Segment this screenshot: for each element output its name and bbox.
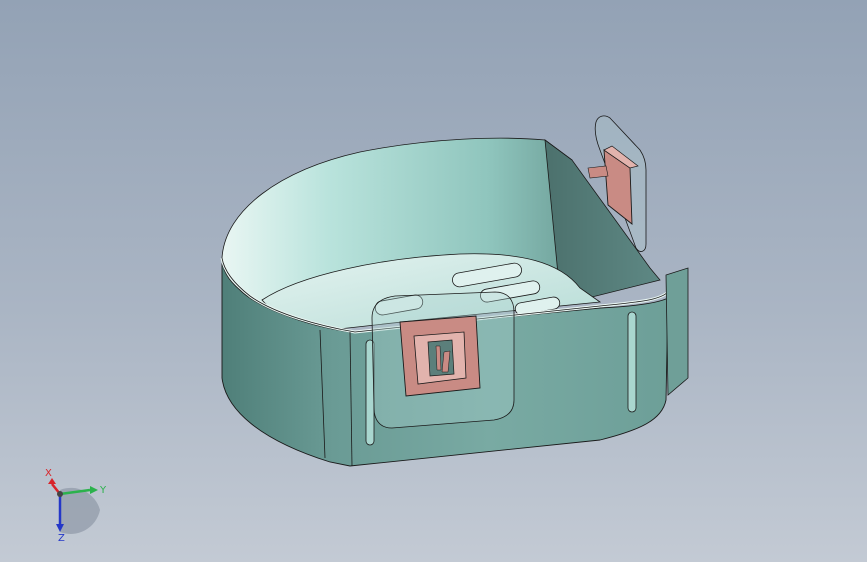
triad-z-label: Z bbox=[58, 533, 65, 542]
triad-y-label: Y bbox=[99, 485, 107, 496]
graphics-viewport[interactable]: X Y Z bbox=[0, 0, 867, 562]
battery-holder-model[interactable] bbox=[0, 0, 867, 562]
orientation-triad[interactable]: X Y Z bbox=[38, 462, 108, 542]
front-contact-clip[interactable] bbox=[399, 315, 481, 397]
right-flange bbox=[665, 267, 689, 396]
triad-origin bbox=[57, 491, 63, 497]
triad-sphere bbox=[60, 487, 100, 534]
triad-x-label: X bbox=[45, 468, 52, 479]
